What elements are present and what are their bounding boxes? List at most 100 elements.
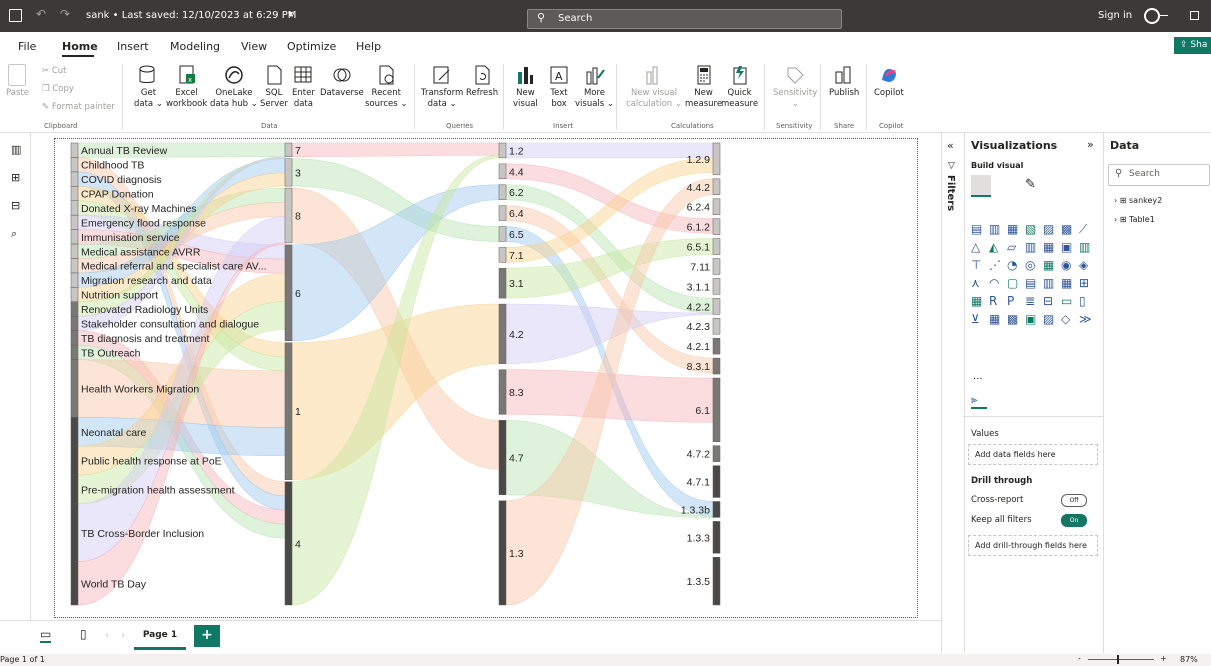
visual-type-icon[interactable]: ▦ [1043,240,1057,254]
sankey-node[interactable] [712,142,721,176]
visual-type-icon[interactable]: ◈ [1079,258,1093,272]
sankey-node[interactable] [498,142,507,159]
visual-type-icon[interactable]: R [989,294,1003,308]
publish-button[interactable]: Publish [829,64,859,99]
visual-type-icon[interactable]: △ [971,240,985,254]
sankey-node[interactable] [712,556,721,606]
onelake-button[interactable]: OneLake data hub ⌄ [210,64,258,110]
signin-link[interactable]: Sign in [1098,10,1132,21]
sankey-custom-visual-icon[interactable]: ⫸ [971,393,987,409]
more-visuals-button[interactable]: More visuals ⌄ [575,64,614,110]
menu-insert[interactable]: Insert [117,40,149,53]
report-view-icon[interactable]: ▥ [11,143,21,156]
sankey-node[interactable] [70,561,79,606]
visual-type-icon[interactable]: ◠ [989,276,1003,290]
zoom-in-icon[interactable]: + [1160,654,1167,663]
sankey-node[interactable] [498,369,507,415]
sankey-node[interactable] [284,244,293,342]
visual-type-icon[interactable]: ◇ [1061,312,1075,326]
sankey-node[interactable] [284,342,293,480]
visual-type-icon[interactable]: ◉ [1061,258,1075,272]
expand-icon[interactable]: » [1087,138,1094,151]
visual-type-icon[interactable]: ▣ [1061,240,1075,254]
sankey-node[interactable] [70,359,79,418]
sankey-node[interactable] [70,417,79,447]
sankey-node[interactable] [498,500,507,606]
sankey-node[interactable] [712,298,721,315]
sankey-node[interactable] [70,229,79,245]
sankey-node[interactable] [498,184,507,200]
visual-type-icon[interactable]: ▢ [1007,276,1021,290]
sankey-node[interactable] [70,186,79,201]
data-search-input[interactable]: ⚲ Search [1108,164,1210,186]
save-icon[interactable] [9,9,22,22]
visual-type-icon[interactable]: ▦ [1061,276,1075,290]
sankey-visual[interactable]: Annual TB Review Childhood TB COVID diagno… [54,138,918,618]
sankey-chart[interactable]: Annual TB Review Childhood TB COVID diagno… [55,139,917,617]
visual-type-icon[interactable]: ▥ [1025,240,1039,254]
visual-type-icon[interactable]: ▭ [1061,294,1075,308]
sankey-node[interactable] [712,521,721,554]
minimize-icon[interactable] [1160,15,1168,16]
visual-type-icon[interactable]: ≫ [1079,312,1093,326]
sankey-node[interactable] [284,481,293,606]
copilot-button[interactable]: Copilot [874,64,904,99]
new-measure-button[interactable]: New measure [685,64,722,110]
visual-type-icon[interactable]: ⊞ [1079,276,1093,290]
visual-type-icon[interactable]: ▯ [1079,294,1093,308]
title-dropdown-icon[interactable]: ▾ [288,9,293,20]
visual-type-icon[interactable]: ▥ [989,222,1003,236]
redo-icon[interactable]: ↷ [60,7,70,21]
visual-type-icon[interactable]: ▣ [1025,312,1039,326]
sankey-node[interactable] [70,344,79,360]
build-visual-tab-icon[interactable] [971,175,991,197]
quick-measure-button[interactable]: Quick measure [721,64,758,110]
cut-button[interactable]: ✂ Cut [42,66,66,76]
sankey-node[interactable] [712,258,721,275]
visual-type-icon[interactable]: ▨ [1043,312,1057,326]
visual-type-icon[interactable]: ▩ [1061,222,1075,236]
sankey-node[interactable] [712,445,721,462]
sankey-node[interactable] [70,330,79,346]
sankey-node[interactable] [498,226,507,242]
visual-type-icon[interactable]: P [1007,294,1021,308]
table-item-sankey2[interactable]: › ⊞ sankey2 [1114,196,1162,205]
more-visuals-ellipsis[interactable]: ... [973,371,983,382]
excel-button[interactable]: x Excel workbook [166,64,207,110]
format-painter-button[interactable]: ✎ Format painter [42,102,115,112]
visual-type-icon[interactable]: ◔ [1007,258,1021,272]
sankey-node[interactable] [712,318,721,335]
visual-type-icon[interactable]: ▧ [1025,222,1039,236]
visual-type-icon[interactable]: ⋏ [971,276,985,290]
visual-type-icon[interactable]: ▨ [1043,222,1057,236]
values-well[interactable]: Add data fields here [968,444,1098,465]
sankey-node[interactable] [712,377,721,442]
transform-data-button[interactable]: Transform data ⌄ [421,64,463,110]
dax-query-view-icon[interactable]: ⌕ [11,227,17,241]
menu-modeling[interactable]: Modeling [170,40,220,53]
enter-data-button[interactable]: Enter data [292,64,315,110]
visual-type-icon[interactable]: ▥ [1079,240,1093,254]
sankey-node[interactable] [712,465,721,498]
refresh-button[interactable]: Refresh [466,64,498,99]
model-view-icon[interactable]: ⊟ [11,199,20,212]
sankey-node[interactable] [70,200,79,216]
collapse-icon[interactable]: « [947,139,954,152]
visual-type-icon[interactable]: ⋰ [989,258,1003,272]
sankey-node[interactable] [284,142,293,157]
sankey-node[interactable] [70,243,79,259]
sankey-node[interactable] [70,157,79,173]
menu-file[interactable]: File [18,40,36,53]
visual-type-icon[interactable]: ≣ [1025,294,1039,308]
sankey-node[interactable] [70,445,79,476]
sankey-node[interactable] [498,268,507,299]
menu-help[interactable]: Help [356,40,381,53]
text-box-button[interactable]: A Text box [548,64,570,110]
visual-type-icon[interactable]: ▤ [971,222,985,236]
drill-through-well[interactable]: Add drill-through fields here [968,535,1098,556]
get-data-button[interactable]: Get data ⌄ [134,64,163,110]
sankey-link[interactable] [291,142,500,157]
sankey-node[interactable] [712,501,721,518]
new-visual-calculation-button[interactable]: New visual calculation ⌄ [626,64,682,110]
sankey-link[interactable] [505,142,714,159]
